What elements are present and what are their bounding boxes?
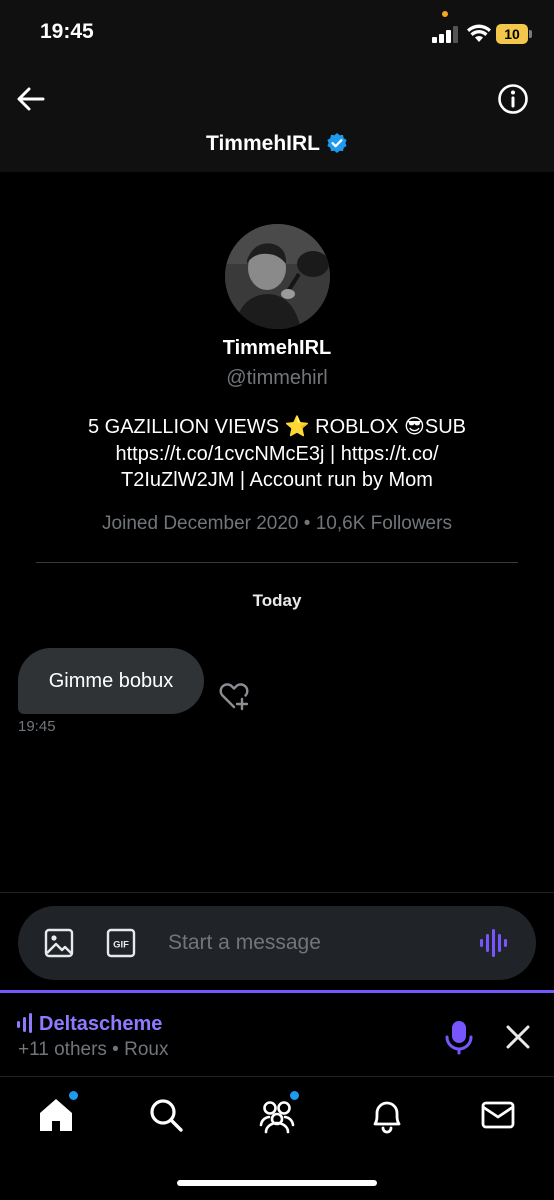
space-wave-icon <box>17 1013 32 1033</box>
cellular-signal-icon <box>432 25 460 43</box>
profile-photo <box>225 224 330 329</box>
gif-icon[interactable]: GIF <box>106 928 136 958</box>
communities-icon <box>259 1101 295 1134</box>
status-bar: 19:45 10 <box>0 0 554 68</box>
message-time: 19:45 <box>18 718 56 735</box>
arrow-left-icon[interactable] <box>14 82 48 116</box>
space-title: Deltascheme <box>39 1013 163 1035</box>
conversation-header: TimmehIRL <box>0 68 554 172</box>
privacy-indicator-dot <box>442 11 448 17</box>
battery-icon: 10 <box>496 24 532 44</box>
bio-line[interactable]: https://t.co/1cvcNMcE3j | https://t.co/ <box>40 441 514 468</box>
tab-communities[interactable] <box>257 1091 299 1135</box>
message-input[interactable] <box>168 906 458 980</box>
page-title: TimmehIRL <box>206 132 320 155</box>
home-indicator <box>177 1180 377 1186</box>
space-subtitle: +11 others • Roux <box>18 1039 169 1060</box>
divider <box>36 562 518 563</box>
tab-search[interactable] <box>146 1095 186 1135</box>
wifi-icon <box>467 24 491 42</box>
info-icon[interactable] <box>496 82 530 116</box>
divider <box>0 892 554 893</box>
compose-bar: GIF <box>18 906 536 980</box>
heart-plus-icon[interactable] <box>217 680 251 712</box>
voice-wave-icon[interactable] <box>478 928 510 958</box>
message-bubble[interactable]: Gimme bobux <box>18 648 204 714</box>
notification-dot <box>290 1091 299 1100</box>
live-space-bar[interactable]: Deltascheme +11 others • Roux <box>0 990 554 1076</box>
bio-line[interactable]: T2IuZlW2JM | Account run by Mom <box>40 467 514 494</box>
image-icon[interactable] <box>44 928 74 958</box>
home-icon <box>40 1099 72 1131</box>
day-separator: Today <box>252 591 302 610</box>
status-time: 19:45 <box>40 20 94 43</box>
header-title-row[interactable]: TimmehIRL <box>0 132 554 156</box>
bio-line: 5 GAZILLION VIEWS ⭐ ROBLOX 😎SUB <box>87 416 467 438</box>
battery-level: 10 <box>504 26 520 42</box>
search-icon <box>150 1099 183 1132</box>
profile-bio: 5 GAZILLION VIEWS ⭐ ROBLOX 😎SUB https://… <box>40 414 514 494</box>
profile-name[interactable]: TimmehIRL <box>0 337 554 360</box>
bell-icon <box>373 1101 401 1134</box>
microphone-icon[interactable] <box>442 1019 476 1055</box>
tab-notifications[interactable] <box>367 1095 407 1135</box>
notification-dot <box>69 1091 78 1100</box>
tab-home[interactable] <box>36 1091 78 1135</box>
profile-meta: Joined December 2020 • 10,6K Followers <box>102 513 452 534</box>
verified-badge-icon <box>327 133 347 153</box>
close-icon[interactable] <box>502 1021 534 1053</box>
message-text: Gimme bobux <box>48 670 174 692</box>
mail-icon <box>481 1101 515 1129</box>
tab-messages[interactable] <box>478 1095 518 1135</box>
profile-handle: @timmehirl <box>226 367 328 389</box>
svg-text:GIF: GIF <box>113 940 129 951</box>
avatar[interactable] <box>225 224 330 329</box>
